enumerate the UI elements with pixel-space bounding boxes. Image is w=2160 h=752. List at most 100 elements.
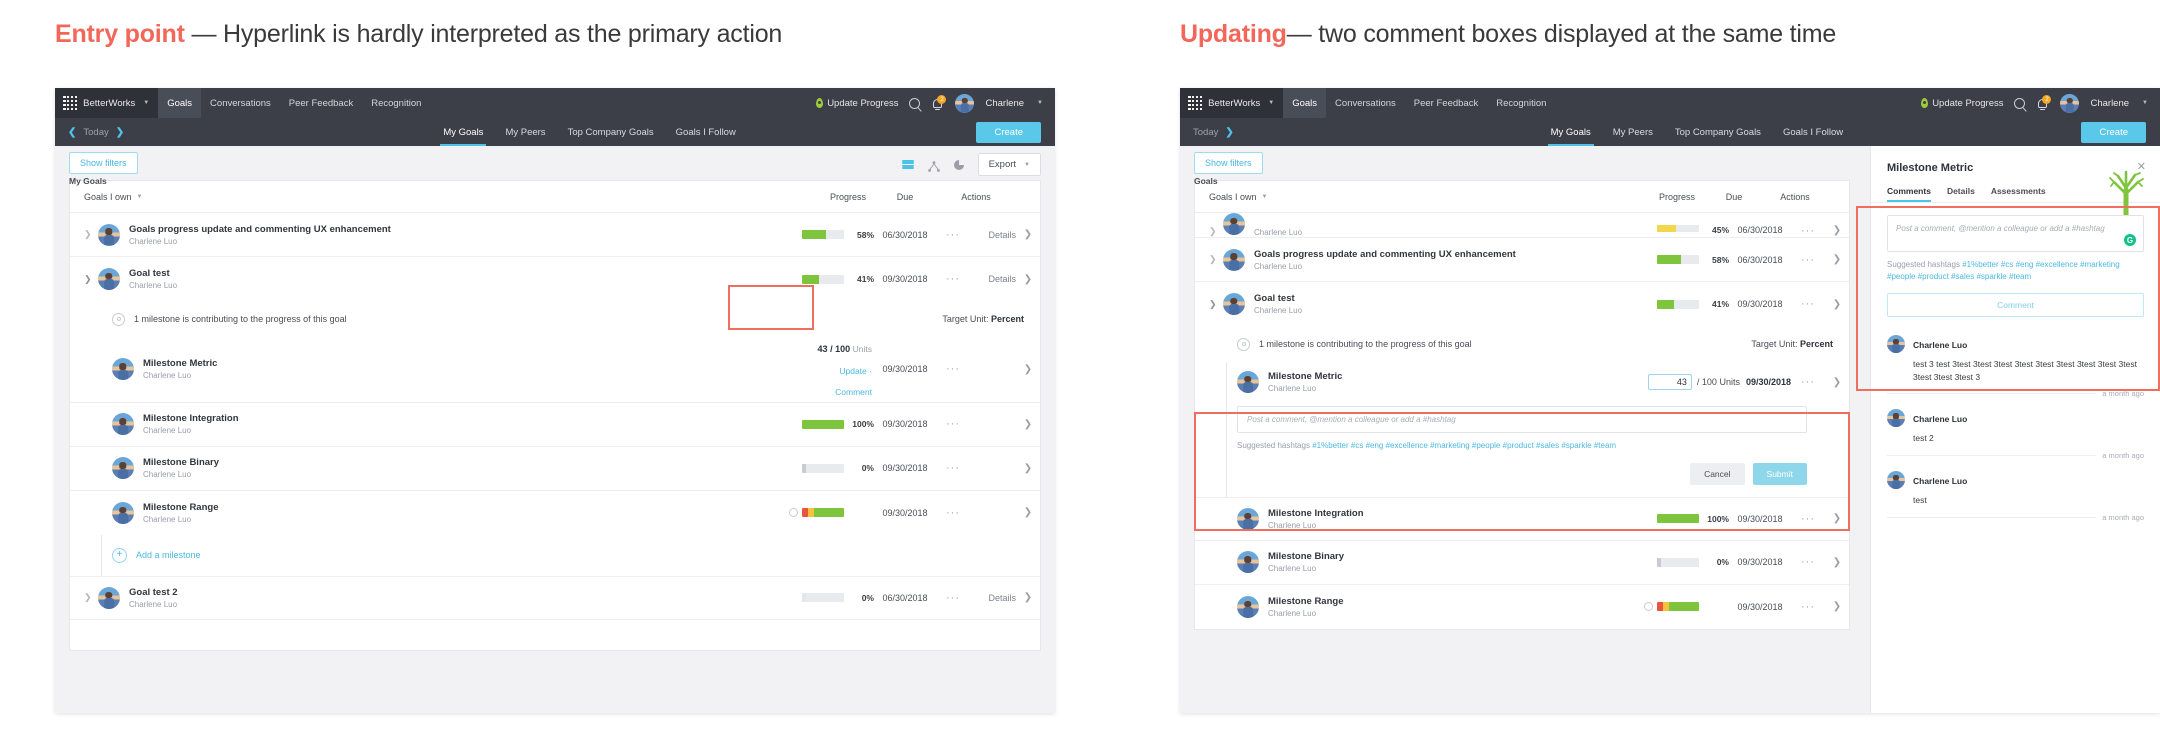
hashtag-excellence[interactable]: #excellence (2036, 260, 2078, 269)
details-link[interactable]: Details (970, 593, 1016, 603)
hashtag-people[interactable]: #people (1887, 272, 1915, 281)
table-row[interactable]: ❯ Goal test Charlene Luo 41% 09/30/2018 … (70, 257, 1040, 301)
comment-link[interactable]: Comment (835, 387, 872, 397)
row-menu-icon[interactable]: ··· (1791, 376, 1825, 388)
create-button[interactable]: Create (976, 122, 1041, 143)
details-link[interactable]: Details (970, 274, 1016, 284)
row-menu-icon[interactable]: ··· (936, 363, 970, 375)
hashtag-cs[interactable]: #cs (2001, 260, 2013, 269)
chevron-right-icon[interactable]: ❯ (116, 127, 124, 138)
row-menu-icon[interactable]: ··· (936, 229, 970, 241)
table-row[interactable]: ❯ Goal test Charlene Luo 41% 09/30/2018 … (1195, 282, 1849, 326)
metric-value-input[interactable]: 43 (1647, 374, 1692, 390)
chevron-right-icon[interactable]: ❯ (1016, 229, 1040, 240)
table-row-partial[interactable]: ❯ Charlene Luo 45% 06/30/2018 ··· ❯ (1195, 213, 1849, 238)
tab-my-goals[interactable]: My Goals (432, 118, 494, 146)
expand-chevron-icon[interactable]: ❯ (1209, 254, 1223, 265)
nav-item-peer-feedback[interactable]: Peer Feedback (280, 88, 362, 118)
tab-comments[interactable]: Comments (1887, 186, 1931, 202)
table-row[interactable]: ❯ Goals progress update and commenting U… (70, 213, 1040, 257)
update-progress-button[interactable]: Update Progress (816, 98, 898, 109)
owner-filter[interactable]: Goals I own ▼ (1209, 192, 1267, 202)
chevron-down-icon[interactable]: ▼ (1268, 100, 1274, 106)
chevron-right-icon[interactable]: ❯ (1825, 513, 1849, 524)
chevron-right-icon[interactable]: ❯ (1825, 557, 1849, 568)
hashtag-1better[interactable]: #1%better (1962, 260, 1998, 269)
chevron-right-icon[interactable]: ❯ (1825, 225, 1849, 236)
row-menu-icon[interactable]: ··· (936, 592, 970, 604)
table-row[interactable]: Milestone Integration Charlene Luo 100% … (70, 402, 1040, 447)
table-row[interactable]: ❯ Goals progress update and commenting U… (1195, 238, 1849, 282)
row-menu-icon[interactable]: ··· (1791, 513, 1825, 525)
hashtag-sparkle[interactable]: #sparkle (1976, 272, 2006, 281)
row-menu-icon[interactable]: ··· (936, 507, 970, 519)
chevron-right-icon[interactable]: ❯ (1016, 507, 1040, 518)
row-menu-icon[interactable]: ··· (1791, 601, 1825, 613)
update-progress-button[interactable]: Update Progress (1921, 98, 2003, 109)
tab-my-peers[interactable]: My Peers (494, 118, 556, 146)
app-grid-icon[interactable] (1188, 95, 1203, 111)
cancel-button[interactable]: Cancel (1690, 462, 1745, 485)
hashtag-eng[interactable]: #eng (1366, 441, 1384, 450)
nav-item-conversations[interactable]: Conversations (201, 88, 280, 118)
tab-my-peers[interactable]: My Peers (1602, 118, 1664, 146)
chevron-right-icon[interactable]: ❯ (1225, 127, 1233, 138)
date-stepper[interactable]: ❮ Today ❯ (55, 127, 124, 138)
hashtag-sparkle[interactable]: #sparkle (1561, 441, 1591, 450)
collapse-chevron-icon[interactable]: ❯ (1209, 299, 1223, 310)
hashtag-sales[interactable]: #sales (1536, 441, 1559, 450)
tab-my-goals[interactable]: My Goals (1540, 118, 1602, 146)
hashtag-excellence[interactable]: #excellence (1386, 441, 1428, 450)
show-filters-button[interactable]: Show filters (69, 152, 138, 174)
row-menu-icon[interactable]: ··· (936, 418, 970, 430)
hashtag-product[interactable]: #product (1918, 272, 1949, 281)
search-icon[interactable] (909, 97, 921, 109)
expand-chevron-icon[interactable]: ❯ (84, 592, 98, 603)
table-row[interactable]: ❯ Goal test 2 Charlene Luo 0% 06/30/2018… (70, 575, 1040, 620)
chevron-left-icon[interactable]: ❮ (68, 127, 76, 138)
hashtag-product[interactable]: #product (1503, 441, 1534, 450)
tree-view-icon[interactable] (927, 159, 940, 172)
date-stepper[interactable]: Today ❯ (1180, 127, 1234, 138)
chevron-right-icon[interactable]: ❯ (1825, 299, 1849, 310)
chevron-right-icon[interactable]: ❯ (1016, 592, 1040, 603)
avatar[interactable] (2060, 93, 2080, 113)
chart-view-icon[interactable] (953, 159, 964, 170)
collapse-chevron-icon[interactable]: ❯ (84, 274, 98, 285)
hashtag-people[interactable]: #people (1472, 441, 1500, 450)
notifications-button[interactable]: 2 (931, 95, 947, 110)
tab-top-company-goals[interactable]: Top Company Goals (1664, 118, 1772, 146)
brand-menu[interactable]: BetterWorks ▼ (1180, 88, 1284, 118)
hashtag-team[interactable]: #team (2009, 272, 2031, 281)
hashtag-1better[interactable]: #1%better (1312, 441, 1348, 450)
hashtag-eng[interactable]: #eng (2016, 260, 2034, 269)
user-chevron-down-icon[interactable]: ▼ (1037, 100, 1043, 106)
row-menu-icon[interactable]: ··· (936, 273, 970, 285)
chevron-right-icon[interactable]: ❯ (1016, 463, 1040, 474)
chevron-right-icon[interactable]: ❯ (1825, 377, 1849, 388)
list-view-icon[interactable] (901, 159, 914, 170)
create-button[interactable]: Create (2081, 122, 2146, 143)
details-link[interactable]: Details (970, 230, 1016, 240)
export-button[interactable]: Export ▼ (977, 153, 1041, 176)
nav-item-peer-feedback[interactable]: Peer Feedback (1405, 88, 1487, 118)
avatar[interactable] (955, 93, 975, 113)
brand-menu[interactable]: BetterWorks ▼ (55, 88, 159, 118)
chevron-right-icon[interactable]: ❯ (1016, 419, 1040, 430)
comment-input[interactable]: Post a comment, @mention a colleague or … (1887, 215, 2144, 252)
expand-chevron-icon[interactable]: ❯ (84, 229, 98, 240)
notifications-button[interactable]: 2 (2036, 95, 2052, 110)
expand-chevron-icon[interactable]: ❯ (1209, 226, 1223, 237)
row-menu-icon[interactable]: ··· (1791, 556, 1825, 568)
row-menu-icon[interactable]: ··· (1791, 225, 1825, 237)
chevron-right-icon[interactable]: ❯ (1016, 364, 1040, 375)
table-row[interactable]: Milestone Range Charlene Luo 09/30/2018 … (70, 490, 1040, 535)
app-grid-icon[interactable] (63, 95, 78, 111)
row-menu-icon[interactable]: ··· (1791, 298, 1825, 310)
hashtag-marketing[interactable]: #marketing (1430, 441, 1470, 450)
add-milestone-button[interactable]: + Add a milestone (70, 534, 1040, 576)
grammarly-icon[interactable]: G (2124, 234, 2136, 246)
table-row[interactable]: Milestone Range Charlene Luo 09/30/2018 … (1195, 584, 1849, 629)
nav-item-conversations[interactable]: Conversations (1326, 88, 1405, 118)
nav-item-recognition[interactable]: Recognition (1487, 88, 1555, 118)
